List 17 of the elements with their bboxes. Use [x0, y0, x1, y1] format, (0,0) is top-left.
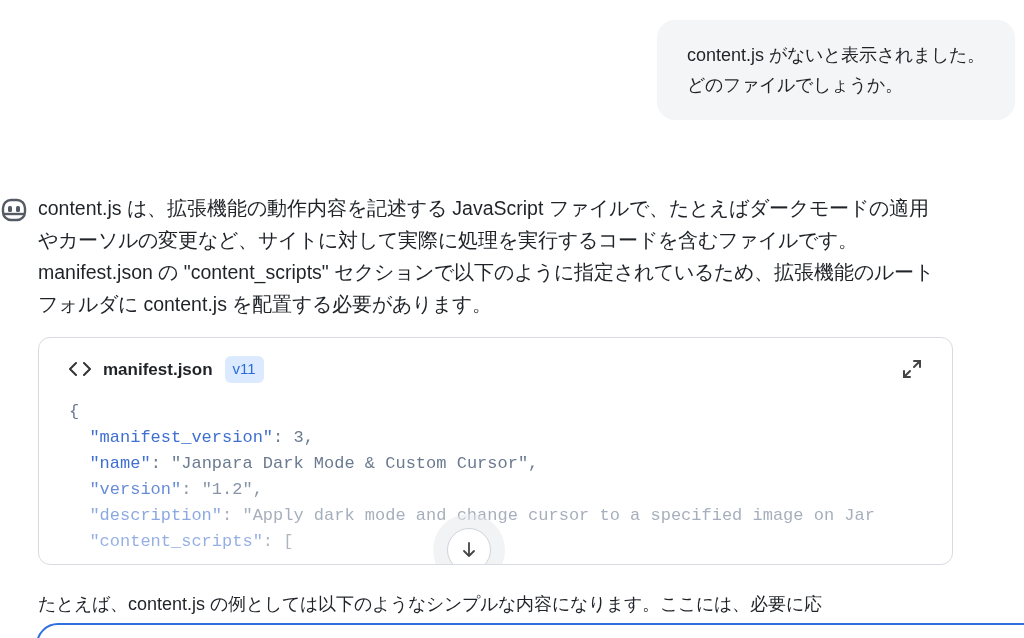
arrow-down-icon — [461, 541, 477, 559]
code-icon — [69, 361, 91, 378]
message-paragraph: content.js は、拡張機能の動作内容を記述する JavaScript ファイルで、たとえばダークモードの適用やカーソルの変更など、サイトに対して実際に処理を実行するコードを含むファイルです。manifest.json の "content_scripts" セクションで以下のように指定されているため、拡張機能のルートフォルダに content.js を配置する必要があります。 — [38, 196, 936, 317]
message-text: どのファイルでしょうか。 — [686, 74, 904, 97]
message-paragraph: たとえば、content.js の例としては以下のようなシンプルな内容になります。ここには、必要に応 — [38, 593, 824, 616]
code-line: "content_scripts": [ — [88, 530, 294, 553]
file-name: manifest.json — [103, 358, 213, 381]
code-line: "description": "Apply dark mode and change cursor to a specified image on Jar — [88, 504, 875, 527]
message-text: content.js がないと表示されました。 — [686, 44, 985, 67]
version-badge: v11 — [224, 356, 264, 383]
code-line: "manifest_version": 3, — [88, 426, 314, 449]
code-line: { — [69, 400, 80, 423]
scroll-down-button[interactable] — [447, 528, 491, 564]
expand-icon[interactable] — [902, 359, 922, 380]
code-line: "version": "1.2", — [88, 478, 263, 501]
code-line: "name": "Janpara Dark Mode & Custom Cursor", — [88, 452, 539, 475]
bot-icon — [0, 198, 28, 222]
